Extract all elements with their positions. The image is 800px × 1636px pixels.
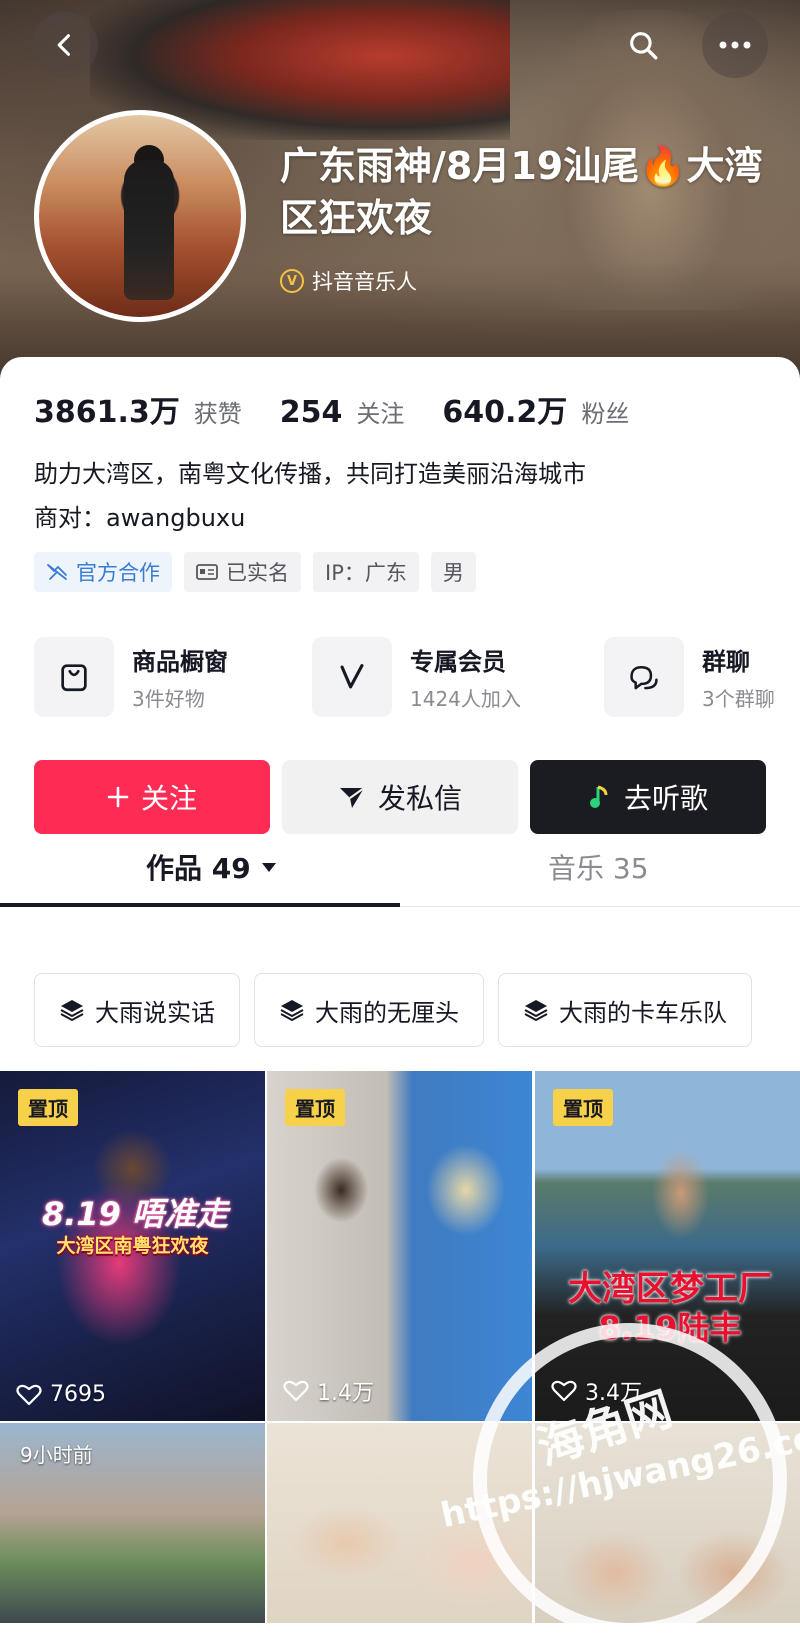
- avatar[interactable]: [34, 110, 246, 322]
- caret-down-icon: [261, 863, 276, 872]
- video-thumbnail[interactable]: 9小时前: [0, 1423, 265, 1623]
- like-count: 7695: [16, 1382, 106, 1407]
- active-tab-indicator: [0, 903, 400, 907]
- official-cooperation-tag[interactable]: 官方合作: [34, 552, 172, 592]
- shopping-bag-icon: [61, 664, 87, 692]
- handshake-icon: [47, 564, 67, 580]
- vip-v-icon: [340, 664, 364, 689]
- search-button[interactable]: [610, 12, 676, 78]
- profile-name: 广东雨神/8月19汕尾🔥大湾区狂欢夜: [280, 144, 763, 240]
- more-icon: [719, 41, 751, 49]
- followers-count[interactable]: 640.2万: [442, 387, 567, 431]
- following-label: 关注: [356, 400, 405, 428]
- collection-chip[interactable]: 大雨的无厘头: [254, 973, 484, 1047]
- membership-title: 专属会员: [410, 648, 506, 676]
- membership-entry[interactable]: 专属会员 1424人加入: [312, 637, 521, 717]
- chat-bubbles-icon: [630, 666, 658, 690]
- profile-tags: 官方合作 已实名 IP：广东 男: [34, 552, 476, 592]
- collection-chip[interactable]: 大雨的卡车乐队: [498, 973, 752, 1047]
- likes-label: 获赞: [193, 400, 242, 428]
- music-verified-icon: V: [280, 269, 304, 293]
- collection-chips: 大雨说实话 大雨的无厘头 大雨的卡车乐队: [34, 973, 752, 1047]
- real-name-tag[interactable]: 已实名: [184, 552, 301, 592]
- message-button[interactable]: 发私信: [282, 760, 518, 834]
- post-time: 9小时前: [20, 1443, 93, 1467]
- listen-button[interactable]: 去听歌: [530, 760, 766, 834]
- search-icon: [630, 32, 658, 60]
- pinned-badge: 置顶: [18, 1089, 78, 1126]
- layers-icon: [60, 1000, 84, 1022]
- plus-icon: [107, 786, 129, 808]
- following-count[interactable]: 254: [280, 395, 343, 430]
- followers-label: 粉丝: [581, 400, 630, 428]
- pinned-badge: 置顶: [553, 1089, 613, 1126]
- watermark-logo: 海角网 https://hjwang26.com: [440, 1323, 800, 1636]
- bio-contact: 商对：awangbuxu: [34, 504, 246, 532]
- thumbnail-caption: 8.19 唔准走: [41, 1195, 229, 1233]
- verified-badge[interactable]: V 抖音音乐人: [280, 266, 417, 296]
- verified-label: 抖音音乐人: [312, 270, 417, 294]
- tab-works[interactable]: 作品 49: [146, 847, 277, 887]
- pinned-badge: 置顶: [285, 1089, 345, 1126]
- heart-icon: [283, 1380, 309, 1402]
- back-icon: [57, 34, 71, 56]
- bio-line: 助力大湾区，南粤文化传播，共同打造美丽沿海城市: [34, 460, 586, 488]
- group-chat-entry[interactable]: 群聊 3个群聊: [604, 637, 775, 717]
- tab-music[interactable]: 音乐 35: [548, 847, 649, 887]
- action-buttons: 关注 发私信 去听歌: [34, 760, 766, 834]
- thumbnail-subcaption: 大湾区南粤狂欢夜: [56, 1235, 209, 1257]
- layers-icon: [280, 1000, 304, 1022]
- gender-tag: 男: [430, 552, 476, 592]
- back-button[interactable]: [32, 12, 98, 78]
- group-chat-title: 群聊: [702, 648, 750, 676]
- group-chat-sub: 3个群聊: [702, 687, 775, 711]
- feature-row: 商品橱窗 3件好物 专属会员 1424人加入 群聊 3个群聊: [34, 637, 800, 721]
- content-tabs: 作品 49 音乐 35: [0, 847, 800, 907]
- membership-sub: 1424人加入: [410, 687, 521, 711]
- shop-window-sub: 3件好物: [132, 687, 205, 711]
- heart-icon: [16, 1384, 42, 1405]
- send-icon: [339, 787, 365, 808]
- video-thumbnail[interactable]: 8.19 唔准走 大湾区南粤狂欢夜 置顶 7695: [0, 1071, 265, 1421]
- like-count: 1.4万: [283, 1375, 374, 1407]
- stats-row: 3861.3万 获赞 254 关注 640.2万 粉丝: [34, 387, 653, 431]
- shop-window-title: 商品橱窗: [132, 648, 228, 676]
- layers-icon: [524, 1000, 548, 1022]
- collection-chip[interactable]: 大雨说实话: [34, 973, 240, 1047]
- follow-button[interactable]: 关注: [34, 760, 270, 834]
- music-note-icon: [589, 785, 608, 808]
- ip-location-tag: IP：广东: [313, 552, 419, 592]
- likes-count[interactable]: 3861.3万: [34, 387, 180, 431]
- shop-window-entry[interactable]: 商品橱窗 3件好物: [34, 637, 228, 717]
- bio: 助力大湾区，南粤文化传播，共同打造美丽沿海城市 商对：awangbuxu: [34, 452, 586, 540]
- more-button[interactable]: [702, 12, 768, 78]
- id-card-icon: [196, 564, 218, 580]
